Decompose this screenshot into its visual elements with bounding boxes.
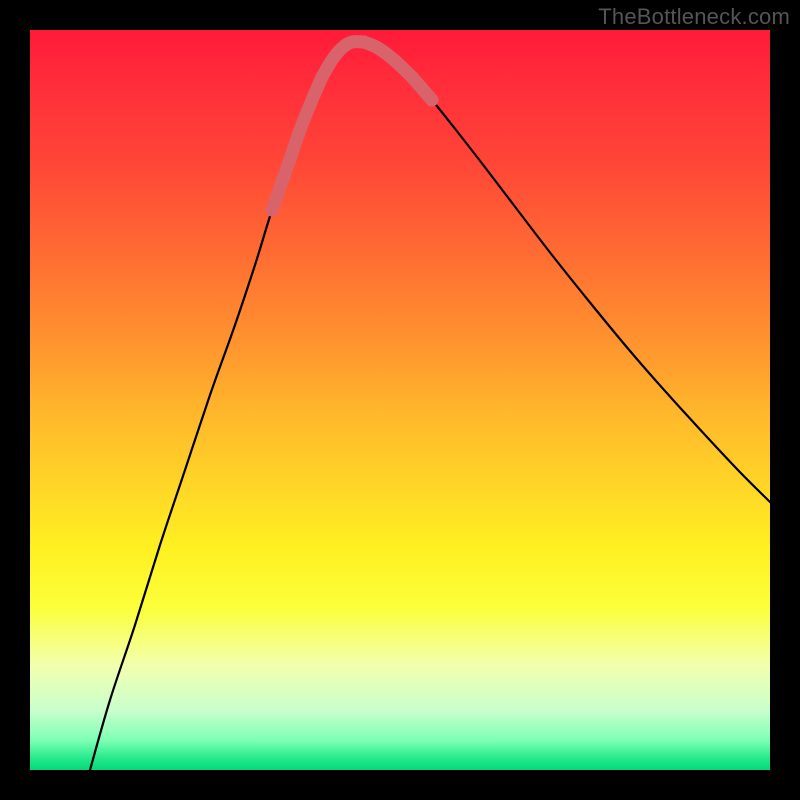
watermark-text: TheBottleneck.com [598,4,790,30]
curve-layer [30,30,770,770]
highlight-left [272,77,322,210]
highlight-right-upper [412,77,432,100]
bottleneck-curve [90,41,770,770]
chart-frame: TheBottleneck.com [0,0,800,800]
highlight-dots [272,42,432,210]
highlight-base [322,42,364,77]
highlight-right [364,42,412,77]
plot-area [30,30,770,770]
